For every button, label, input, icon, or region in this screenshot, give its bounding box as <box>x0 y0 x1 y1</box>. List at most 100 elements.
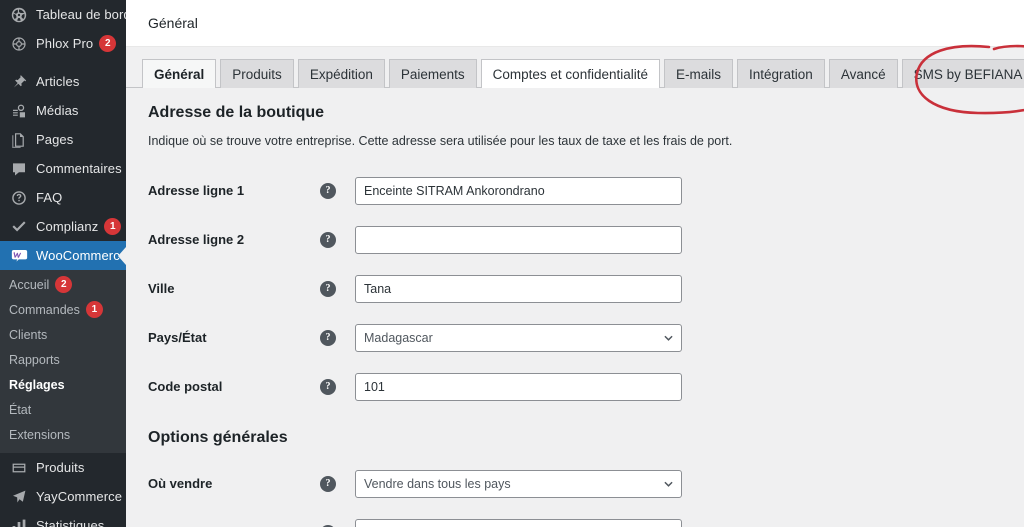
sidebar-item-label: Statistiques <box>36 518 105 527</box>
tab-int-gration[interactable]: Intégration <box>737 59 825 88</box>
yaycommerce-icon <box>9 487 29 507</box>
sidebar-item-label: WooCommerce <box>36 248 126 263</box>
tab-comptes-et-confidentialit[interactable]: Comptes et confidentialité <box>480 59 660 88</box>
sidebar-item-label: Produits <box>36 460 85 475</box>
submenu-item-label: Extensions <box>9 427 71 442</box>
pages-icon <box>9 130 29 150</box>
sidebar-item-produits[interactable]: Produits <box>0 453 126 482</box>
field-select[interactable]: Madagascar <box>355 323 682 352</box>
sidebar-item-m-dias[interactable]: Médias <box>0 96 126 125</box>
woocommerce-submenu: Accueil 2 Commandes 1 Clients Rapports Réglage… <box>0 270 126 453</box>
sidebar-item-yaycommerce[interactable]: YayCommerce <box>0 482 126 511</box>
tab-avanc[interactable]: Avancé <box>828 59 898 88</box>
submenu-item-label: État <box>9 402 32 417</box>
admin-sidebar: Tableau de bord Phlox Pro 2 Articles Médias… <box>0 0 126 527</box>
page-title: Général <box>148 15 198 31</box>
submenu-item-rapports[interactable]: Rapports <box>0 347 126 372</box>
form-row: Où vendre? Vendre dans tous les pays <box>126 459 1024 508</box>
tab-paiements[interactable]: Paiements <box>388 59 477 88</box>
field-label: Code postal <box>148 379 223 394</box>
submenu-item-badge: 2 <box>55 276 73 293</box>
form-row: Où livrer?Livrer dans tous les pays où v… <box>126 508 1024 527</box>
field-label: Où vendre <box>148 476 213 491</box>
submenu-item-badge: 1 <box>85 301 103 318</box>
form-row: Ville? Tana <box>126 264 1024 313</box>
field-label: Adresse ligne 1 <box>148 183 245 198</box>
submenu-item-label: Accueil <box>9 277 50 292</box>
sidebar-tertiary-group: Produits YayCommerce Statistiques <box>0 453 126 527</box>
submenu-item-accueil[interactable]: Accueil 2 <box>0 272 126 297</box>
sidebar-item-commentaires[interactable]: Commentaires <box>0 154 126 183</box>
field-value: Enceinte SITRAM Ankorondrano <box>364 183 545 198</box>
field-label: Adresse ligne 2 <box>148 232 245 247</box>
submenu-item-clients[interactable]: Clients <box>0 322 126 347</box>
field-label: Pays/État <box>148 330 207 345</box>
tab-g-n-ral[interactable]: Général <box>142 59 217 88</box>
sidebar-item-label: Complianz <box>36 219 99 234</box>
submenu-item-r-glages[interactable]: Réglages <box>0 372 126 397</box>
field-select[interactable]: Vendre dans tous les pays <box>355 469 682 498</box>
sidebar-item-label: Tableau de bord <box>36 7 126 22</box>
sidebar-item-label: FAQ <box>36 190 63 205</box>
help-tip-icon[interactable]: ? <box>320 231 336 248</box>
field-input[interactable]: Tana <box>355 274 682 303</box>
sidebar-item-phlox-pro[interactable]: Phlox Pro 2 <box>0 29 126 58</box>
field-value: 101 <box>364 379 385 394</box>
field-label: Ville <box>148 281 175 296</box>
settings-content: Adresse de la boutique Indique où se trou… <box>126 88 1024 527</box>
tab-produits[interactable]: Produits <box>220 59 294 88</box>
sidebar-item-woocommerce[interactable]: WooCommerce <box>0 241 126 270</box>
submenu-item-tat[interactable]: État <box>0 397 126 422</box>
help-tip-icon[interactable]: ? <box>320 182 336 199</box>
submenu-item-label: Rapports <box>9 352 60 367</box>
sidebar-divider <box>0 58 126 67</box>
help-tip-icon[interactable]: ? <box>320 329 336 346</box>
sidebar-item-label: Phlox Pro <box>36 36 94 51</box>
sidebar-secondary-group: Articles Médias Pages Commentaires FAQ Compli… <box>0 67 126 270</box>
sidebar-item-badge: 1 <box>104 218 122 235</box>
field-select[interactable]: Livrer dans tous les pays où vous vendez <box>355 518 682 527</box>
submenu-item-label: Commandes <box>9 302 80 317</box>
chart-bar-icon <box>9 516 29 527</box>
current-menu-arrow <box>118 246 126 265</box>
section-title: Options générales <box>148 429 288 446</box>
submenu-item-label: Réglages <box>9 377 65 392</box>
pin-icon <box>9 72 29 92</box>
sidebar-item-complianz[interactable]: Complianz 1 <box>0 212 126 241</box>
tab-e-mails[interactable]: E-mails <box>664 59 734 88</box>
tab-exp-dition[interactable]: Expédition <box>297 59 385 88</box>
products-icon <box>9 458 29 478</box>
help-tip-icon[interactable]: ? <box>320 280 336 297</box>
section-title: Adresse de la boutique <box>148 104 325 121</box>
sidebar-item-pages[interactable]: Pages <box>0 125 126 154</box>
sidebar-item-label: YayCommerce <box>36 489 123 504</box>
sidebar-item-badge: 2 <box>99 35 117 52</box>
page-header: Général <box>126 0 1024 47</box>
submenu-item-label: Clients <box>9 327 48 342</box>
field-value: Vendre dans tous les pays <box>364 476 511 491</box>
question-circle-icon <box>9 188 29 208</box>
sidebar-item-label: Articles <box>36 74 80 89</box>
sidebar-item-articles[interactable]: Articles <box>0 67 126 96</box>
submenu-item-extensions[interactable]: Extensions <box>0 422 126 447</box>
form-row: Pays/État? Madagascar <box>126 313 1024 362</box>
sidebar-item-tableau-de-bord[interactable]: Tableau de bord <box>0 0 126 29</box>
field-input[interactable]: Enceinte SITRAM Ankorondrano <box>355 176 682 205</box>
submenu-item-commandes[interactable]: Commandes 1 <box>0 297 126 322</box>
field-input[interactable] <box>355 225 682 254</box>
help-tip-icon[interactable]: ? <box>320 475 336 492</box>
sidebar-item-faq[interactable]: FAQ <box>0 183 126 212</box>
field-value: Tana <box>364 281 392 296</box>
form-row: Code postal? 101 <box>126 362 1024 411</box>
help-tip-icon[interactable]: ? <box>320 378 336 395</box>
check-icon <box>9 217 29 237</box>
phlox-icon <box>9 34 29 54</box>
field-input[interactable]: 101 <box>355 372 682 401</box>
sidebar-item-label: Commentaires <box>36 161 122 176</box>
dashboard-icon <box>9 5 29 25</box>
sidebar-item-statistiques[interactable]: Statistiques <box>0 511 126 527</box>
tab-sms-by-befiana[interactable]: SMS by BEFIANA <box>901 59 1024 88</box>
section-description: Indique où se trouve votre entreprise. C… <box>148 134 733 148</box>
woocommerce-icon <box>9 246 29 266</box>
